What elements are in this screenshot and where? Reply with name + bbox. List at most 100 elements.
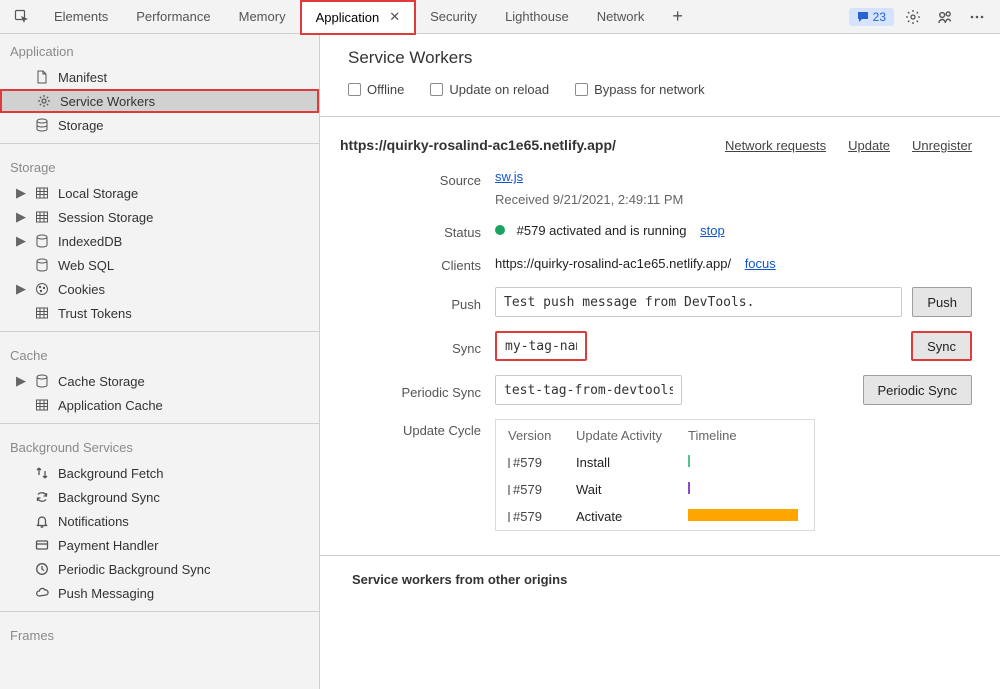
sidebar-item-label: IndexedDB (58, 234, 122, 249)
uc-row: #579 Install (496, 449, 814, 476)
sidebar-item-notifications[interactable]: Notifications (0, 509, 319, 533)
sidebar-item-label: Service Workers (60, 94, 155, 109)
sidebar-group-cache: Cache (0, 338, 319, 369)
uc-head-version: Version (508, 428, 576, 443)
source-script-link[interactable]: sw.js (495, 169, 523, 184)
caret-icon[interactable]: ▶ (16, 209, 26, 225)
timeline-mark-icon (688, 455, 690, 467)
stop-link[interactable]: stop (700, 223, 725, 238)
tab-label: Security (430, 9, 477, 24)
sync-button[interactable]: Sync (911, 331, 972, 361)
sidebar-item-cookies[interactable]: ▶ Cookies (0, 277, 319, 301)
periodic-sync-input[interactable] (495, 375, 682, 405)
close-icon[interactable]: ✕ (389, 9, 400, 25)
tab-label: Lighthouse (505, 9, 569, 24)
caret-icon[interactable]: ▶ (16, 281, 26, 297)
settings-icon[interactable] (900, 4, 926, 30)
feedback-icon[interactable] (932, 4, 958, 30)
sidebar-item-periodic-bg-sync[interactable]: Periodic Background Sync (0, 557, 319, 581)
database-icon (34, 233, 50, 249)
sidebar-item-service-workers[interactable]: Service Workers (0, 89, 319, 113)
gear-icon (36, 93, 52, 109)
tab-elements[interactable]: Elements (40, 0, 122, 34)
push-button[interactable]: Push (912, 287, 972, 317)
card-icon (34, 537, 50, 553)
sidebar-item-push-messaging[interactable]: Push Messaging (0, 581, 319, 605)
sidebar-item-websql[interactable]: Web SQL (0, 253, 319, 277)
sidebar-item-manifest[interactable]: Manifest (0, 65, 319, 89)
sidebar-group-background: Background Services (0, 430, 319, 461)
sidebar-item-label: Manifest (58, 70, 107, 85)
sidebar-item-payment-handler[interactable]: Payment Handler (0, 533, 319, 557)
uc-head-timeline: Timeline (688, 428, 802, 443)
field-label-push: Push (340, 293, 495, 312)
sidebar-item-indexeddb[interactable]: ▶ IndexedDB (0, 229, 319, 253)
tab-performance[interactable]: Performance (122, 0, 224, 34)
uc-row: #579 Wait (496, 476, 814, 503)
sidebar-item-storage[interactable]: Storage (0, 113, 319, 137)
sidebar-item-cache-storage[interactable]: ▶ Cache Storage (0, 369, 319, 393)
document-icon (34, 69, 50, 85)
sidebar-item-label: Storage (58, 118, 104, 133)
database-icon (34, 117, 50, 133)
sidebar-item-label: Payment Handler (58, 538, 158, 553)
focus-link[interactable]: focus (745, 256, 776, 271)
sync-icon (34, 489, 50, 505)
issues-badge[interactable]: 23 (849, 8, 894, 26)
transfer-icon (34, 465, 50, 481)
sync-input[interactable] (495, 331, 587, 361)
sidebar-item-label: Periodic Background Sync (58, 562, 210, 577)
sidebar-item-label: Application Cache (58, 398, 163, 413)
table-icon (34, 397, 50, 413)
network-requests-link[interactable]: Network requests (725, 138, 826, 153)
field-label-source: Source (340, 169, 495, 188)
tab-security[interactable]: Security (416, 0, 491, 34)
tab-lighthouse[interactable]: Lighthouse (491, 0, 583, 34)
uc-version: #579 (508, 509, 576, 524)
tab-memory[interactable]: Memory (225, 0, 300, 34)
other-service-workers-heading: Service workers from other origins (320, 555, 1000, 603)
tab-label: Network (597, 9, 645, 24)
field-label-sync: Sync (340, 337, 495, 356)
checkbox-icon (348, 83, 361, 96)
caret-icon[interactable]: ▶ (16, 185, 26, 201)
client-url: https://quirky-rosalind-ac1e65.netlify.a… (495, 256, 731, 271)
more-icon[interactable] (964, 4, 990, 30)
unregister-link[interactable]: Unregister (912, 138, 972, 153)
field-label-clients: Clients (340, 254, 495, 273)
push-input[interactable] (495, 287, 902, 317)
checkbox-icon (575, 83, 588, 96)
checkbox-label: Offline (367, 82, 404, 97)
checkbox-icon (430, 83, 443, 96)
tab-application[interactable]: Application ✕ (300, 0, 417, 35)
tab-network[interactable]: Network (583, 0, 659, 34)
uc-row: #579 Activate (496, 503, 814, 530)
table-icon (34, 185, 50, 201)
uc-activity: Activate (576, 509, 688, 524)
sidebar-item-background-fetch[interactable]: Background Fetch (0, 461, 319, 485)
checkbox-update-on-reload[interactable]: Update on reload (430, 82, 549, 97)
timeline-mark-icon (688, 509, 798, 521)
periodic-sync-button[interactable]: Periodic Sync (863, 375, 972, 405)
sidebar-item-session-storage[interactable]: ▶ Session Storage (0, 205, 319, 229)
sidebar-item-trust-tokens[interactable]: Trust Tokens (0, 301, 319, 325)
checkbox-bypass-for-network[interactable]: Bypass for network (575, 82, 705, 97)
sidebar-item-local-storage[interactable]: ▶ Local Storage (0, 181, 319, 205)
inspect-element-icon[interactable] (8, 3, 36, 31)
add-tab-button[interactable]: + (658, 0, 688, 34)
caret-icon[interactable]: ▶ (16, 373, 26, 389)
update-link[interactable]: Update (848, 138, 890, 153)
table-icon (34, 305, 50, 321)
sidebar-item-background-sync[interactable]: Background Sync (0, 485, 319, 509)
tab-label: Elements (54, 9, 108, 24)
cloud-icon (34, 585, 50, 601)
caret-icon[interactable]: ▶ (16, 233, 26, 249)
sidebar-item-label: Session Storage (58, 210, 153, 225)
sidebar-item-application-cache[interactable]: Application Cache (0, 393, 319, 417)
received-text: Received 9/21/2021, 2:49:11 PM (495, 192, 972, 207)
cookie-icon (34, 281, 50, 297)
service-workers-panel: Service Workers Offline Update on reload… (320, 34, 1000, 689)
clock-icon (34, 561, 50, 577)
uc-activity: Wait (576, 482, 688, 497)
checkbox-offline[interactable]: Offline (348, 82, 404, 97)
